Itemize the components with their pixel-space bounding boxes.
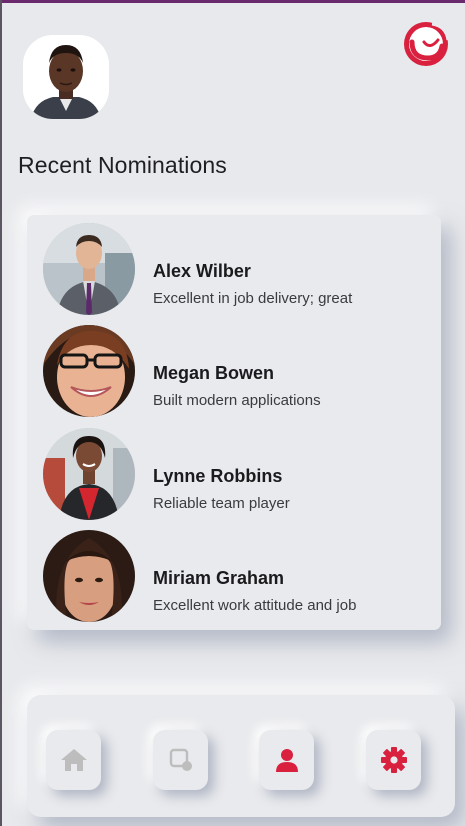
nominee-name: Miriam Graham — [153, 568, 285, 588]
profile-avatar-photo — [23, 35, 109, 119]
home-icon — [60, 749, 87, 771]
nominations-card: Alex Wilber Excellent in job delivery; g… — [27, 215, 441, 630]
nominee-name: Megan Bowen — [153, 363, 275, 383]
nomination-item[interactable]: Alex Wilber Excellent in job delivery; g… — [43, 223, 423, 315]
nav-home-button[interactable] — [46, 730, 101, 790]
nominee-photo — [43, 223, 135, 315]
nomination-item[interactable]: Lynne Robbins Reliable team player — [43, 428, 423, 520]
nomination-item[interactable]: Miriam Graham Excellent work attitude an… — [43, 530, 423, 622]
gear-icon — [380, 747, 407, 773]
nominee-photo — [43, 530, 135, 622]
person-icon — [275, 749, 298, 772]
nominate-icon — [169, 748, 192, 771]
nomination-reason: Reliable team player — [153, 495, 290, 512]
nominee-photo — [43, 428, 135, 520]
left-edge — [0, 0, 2, 826]
nomination-reason: Excellent in job delivery; great — [153, 290, 353, 307]
bottom-navigation — [27, 695, 455, 817]
nav-profile-button[interactable] — [259, 730, 314, 790]
nav-settings-button[interactable] — [366, 730, 421, 790]
section-title: Recent Nominations — [18, 152, 227, 178]
nomination-reason: Built modern applications — [153, 392, 321, 409]
nominee-name: Lynne Robbins — [153, 466, 283, 486]
top-accent-bar — [0, 0, 465, 3]
nomination-item[interactable]: Megan Bowen Built modern applications — [43, 325, 423, 417]
brand-logo — [402, 18, 450, 68]
nominee-photo — [43, 325, 135, 417]
nav-nominate-button[interactable] — [153, 730, 208, 790]
nomination-reason: Excellent work attitude and job — [153, 597, 357, 614]
profile-avatar[interactable] — [23, 35, 109, 119]
logo-icon — [404, 22, 450, 66]
nominee-name: Alex Wilber — [153, 261, 251, 281]
